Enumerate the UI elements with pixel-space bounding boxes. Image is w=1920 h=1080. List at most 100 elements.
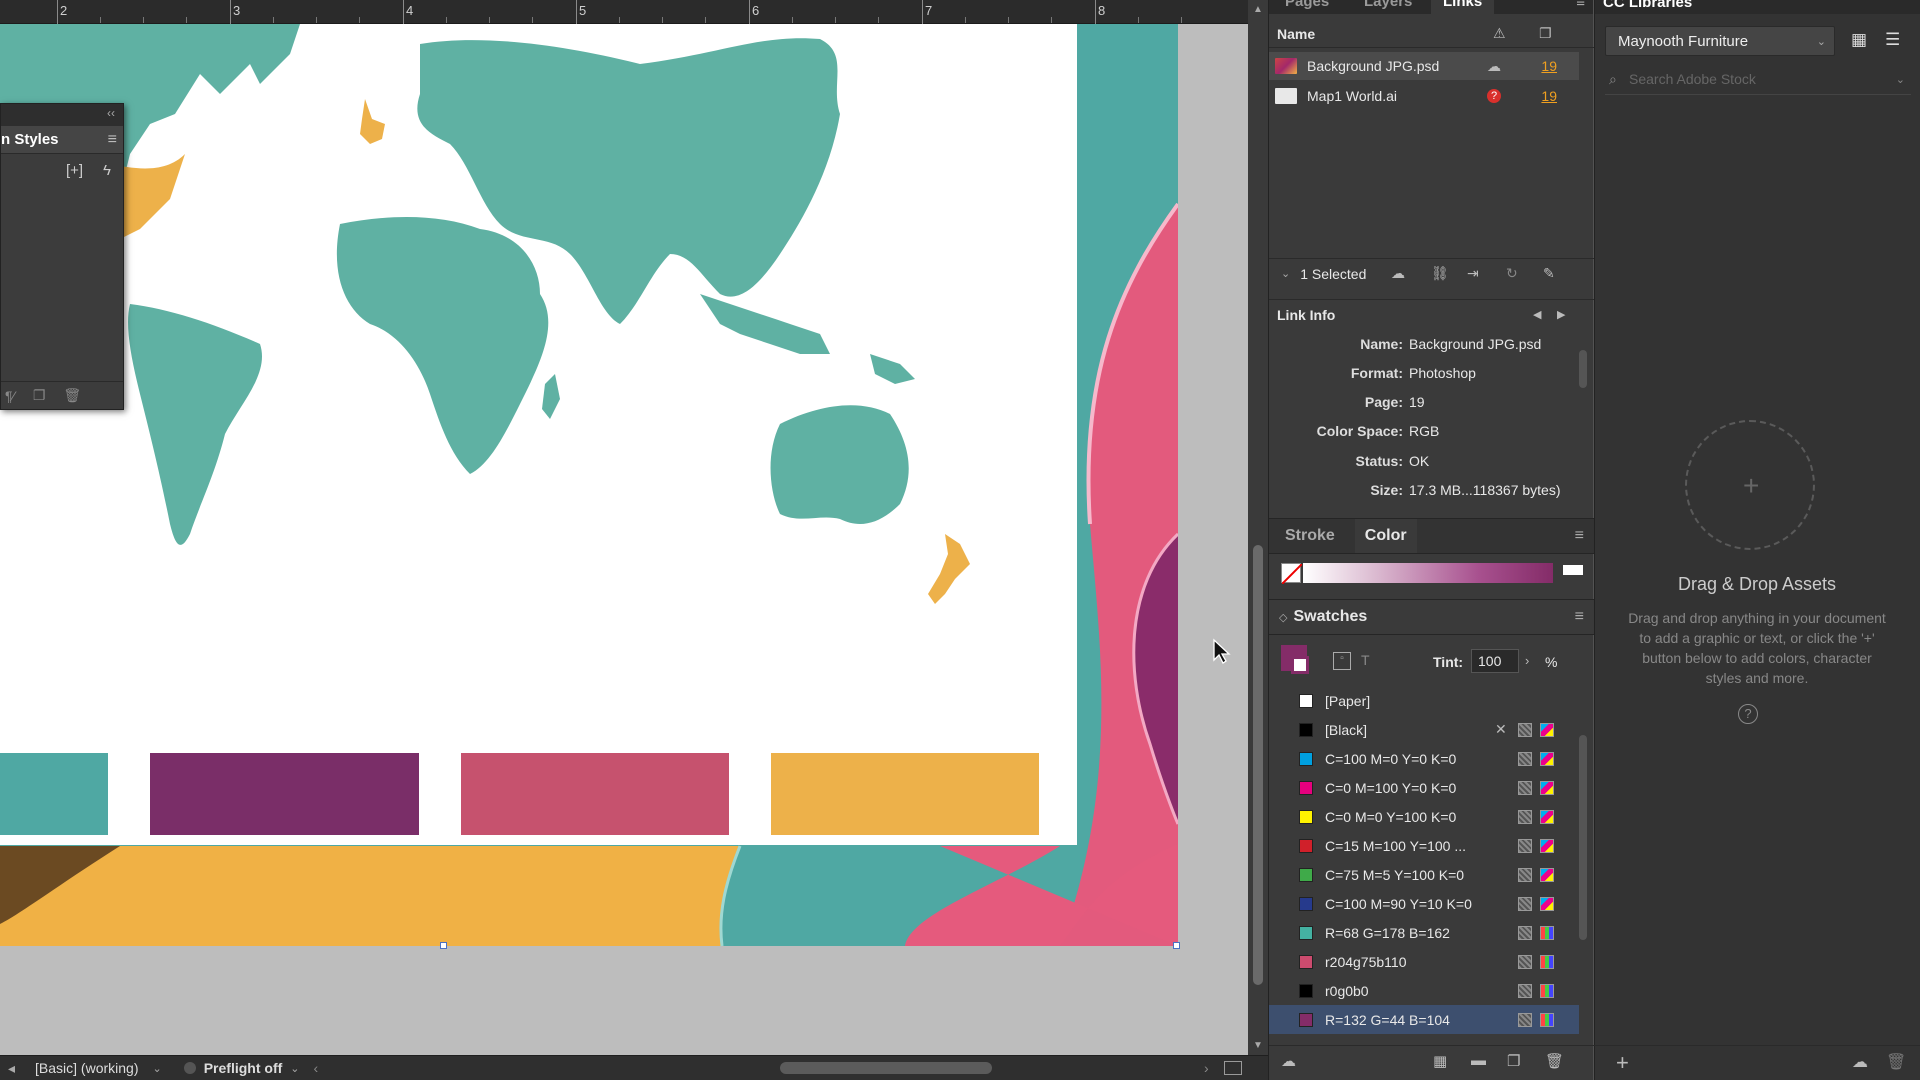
color-block-purple[interactable]	[150, 753, 419, 835]
stroke-color-panel-header: Stroke Color ≡	[1269, 518, 1594, 554]
chevron-down-icon[interactable]: ⌄	[1281, 267, 1290, 280]
chevron-down-icon[interactable]: ⌄	[1896, 73, 1905, 86]
cc-library-icon[interactable]: ☁	[1281, 1052, 1296, 1070]
swatch-scroll-thumb[interactable]	[1579, 735, 1587, 940]
chevron-right-icon[interactable]: ›	[1525, 653, 1529, 668]
new-color-group-icon[interactable]: ▬	[1471, 1052, 1486, 1069]
vertical-scrollbar[interactable]: ▲ ▼	[1248, 0, 1268, 1055]
link-page[interactable]: 19	[1541, 88, 1557, 104]
horizontal-ruler[interactable]: 2 3 4 5 6 7 8	[0, 0, 1248, 24]
panel-menu-icon[interactable]: ≡	[1575, 608, 1584, 626]
delete-style-icon[interactable]: 🗑	[63, 387, 81, 404]
info-scroll-thumb[interactable]	[1579, 350, 1587, 388]
tab-stroke[interactable]: Stroke	[1285, 527, 1335, 545]
color-block-pink[interactable]	[461, 753, 729, 835]
swatch-row[interactable]: [Black] ✕	[1269, 715, 1579, 744]
swatch-row[interactable]: r0g0b0	[1269, 976, 1579, 1005]
grid-view-icon[interactable]: ▦	[1851, 30, 1867, 50]
split-view-icon[interactable]	[1224, 1061, 1242, 1075]
document-canvas[interactable]: 2 3 4 5 6 7 8 ‹‹ n Styles ≡ [+] ϟ ¶⁄ ❐ 🗑	[0, 0, 1248, 1055]
scroll-up-icon[interactable]: ▲	[1253, 4, 1263, 15]
color-ramp[interactable]	[1303, 563, 1553, 583]
missing-link-icon[interactable]: ?	[1487, 89, 1501, 103]
scroll-thumb[interactable]	[1253, 545, 1263, 985]
tab-links[interactable]: Links	[1431, 0, 1495, 14]
link-row[interactable]: Map1 World.ai ? 19	[1269, 82, 1579, 110]
selection-handle[interactable]	[440, 942, 447, 949]
preflight-label[interactable]: Preflight off	[204, 1060, 283, 1076]
new-style-icon[interactable]: ❐	[33, 387, 46, 404]
show-all-swatches-icon[interactable]: ▦	[1433, 1052, 1447, 1070]
stock-search-input[interactable]: ⌕ Search Adobe Stock ⌄	[1605, 66, 1911, 92]
update-link-icon[interactable]: ↻	[1506, 265, 1518, 282]
chevron-down-icon[interactable]: ⌄	[290, 1062, 299, 1075]
expand-icon[interactable]: ◇	[1279, 611, 1287, 624]
new-style-group-icon[interactable]: [+]	[66, 162, 83, 179]
chevron-down-icon[interactable]: ⌄	[153, 1062, 162, 1075]
relink-icon[interactable]: ⛓	[1431, 265, 1449, 282]
cc-libraries-title[interactable]: CC Libraries	[1603, 0, 1692, 11]
swatch-row[interactable]: [Paper]	[1269, 686, 1579, 715]
dropzone-circle[interactable]: +	[1685, 420, 1815, 550]
warning-icon[interactable]: ⚠	[1493, 25, 1506, 42]
list-view-icon[interactable]: ☰	[1885, 30, 1900, 50]
next-link-icon[interactable]: ▶	[1557, 308, 1565, 321]
tab-color[interactable]: Color	[1354, 519, 1417, 553]
cloud-link-icon[interactable]: ☁	[1391, 265, 1405, 282]
tab-pages[interactable]: Pages	[1285, 0, 1329, 10]
collapse-icon[interactable]: ‹‹	[107, 106, 115, 120]
swatch-row[interactable]: C=100 M=90 Y=10 K=0	[1269, 889, 1579, 918]
add-asset-icon[interactable]: +	[1616, 1050, 1629, 1076]
swatch-row[interactable]: r204g75b110	[1269, 947, 1579, 976]
delete-swatch-icon[interactable]: 🗑	[1545, 1052, 1564, 1070]
creative-cloud-icon[interactable]: ☁	[1852, 1052, 1868, 1072]
swatch-row[interactable]: C=75 M=5 Y=100 K=0	[1269, 860, 1579, 889]
selection-handle[interactable]	[1173, 942, 1180, 949]
horizontal-scroll-thumb[interactable]	[780, 1062, 992, 1074]
help-icon[interactable]: ?	[1738, 704, 1758, 724]
edit-original-icon[interactable]: ✎	[1543, 265, 1555, 282]
swatch-row[interactable]: C=0 M=100 Y=0 K=0	[1269, 773, 1579, 802]
quick-apply-icon[interactable]: ϟ	[103, 162, 111, 179]
link-page[interactable]: 19	[1541, 58, 1557, 74]
swatch-chip	[1299, 780, 1313, 795]
swatch-row-selected[interactable]: R=132 G=44 B=104	[1269, 1005, 1579, 1034]
swatch-row[interactable]: R=68 G=178 B=162	[1269, 918, 1579, 947]
white-swatch-icon[interactable]	[1563, 565, 1583, 575]
ruler-tick	[230, 0, 231, 24]
column-header-name[interactable]: Name	[1277, 26, 1315, 42]
go-to-link-icon[interactable]: ⇥	[1467, 265, 1479, 282]
styles-panel[interactable]: ‹‹ n Styles ≡ [+] ϟ ¶⁄ ❐ 🗑	[0, 103, 124, 410]
panel-menu-icon[interactable]: ≡	[1576, 0, 1585, 11]
none-color-icon[interactable]	[1281, 563, 1303, 585]
scroll-right-icon[interactable]: ›	[1204, 1060, 1209, 1076]
color-block-orange[interactable]	[771, 753, 1039, 835]
page-column-icon[interactable]: ❐	[1539, 25, 1552, 42]
workspace-label[interactable]: [Basic] (working)	[35, 1060, 138, 1076]
swatch-row[interactable]: C=15 M=100 Y=100 ...	[1269, 831, 1579, 860]
panel-grip[interactable]: ‹‹	[1, 104, 123, 126]
panel-menu-icon[interactable]: ≡	[108, 131, 117, 149]
scroll-down-icon[interactable]: ▼	[1253, 1040, 1263, 1051]
clear-overrides-icon[interactable]: ¶⁄	[5, 388, 15, 404]
delete-asset-icon[interactable]: 🗑	[1886, 1052, 1906, 1072]
formatting-container-icon[interactable]: ▫	[1333, 652, 1351, 670]
swatch-row[interactable]: C=100 M=0 Y=0 K=0	[1269, 744, 1579, 773]
new-swatch-icon[interactable]: ❐	[1507, 1052, 1520, 1070]
color-block-teal[interactable]	[0, 753, 108, 835]
swatch-chip	[1299, 809, 1313, 824]
tab-layers[interactable]: Layers	[1364, 0, 1412, 10]
swatch-row[interactable]: C=0 M=0 Y=100 K=0	[1269, 802, 1579, 831]
page[interactable]	[0, 24, 1077, 845]
library-dropdown[interactable]: Maynooth Furniture ⌄	[1605, 26, 1835, 56]
page-nav-icon[interactable]: ◂	[8, 1060, 15, 1077]
tint-input[interactable]: 100	[1471, 649, 1519, 673]
panel-menu-icon[interactable]: ≡	[1575, 527, 1584, 545]
formatting-text-icon[interactable]: T	[1361, 652, 1370, 668]
scroll-left-icon[interactable]: ‹	[313, 1060, 318, 1076]
link-row[interactable]: Background JPG.psd ☁ 19	[1269, 52, 1579, 80]
ruler-number: 3	[233, 3, 241, 18]
prev-link-icon[interactable]: ◀	[1533, 308, 1541, 321]
stroke-swatch-icon[interactable]	[1291, 656, 1309, 674]
swatch-chip	[1299, 751, 1313, 766]
